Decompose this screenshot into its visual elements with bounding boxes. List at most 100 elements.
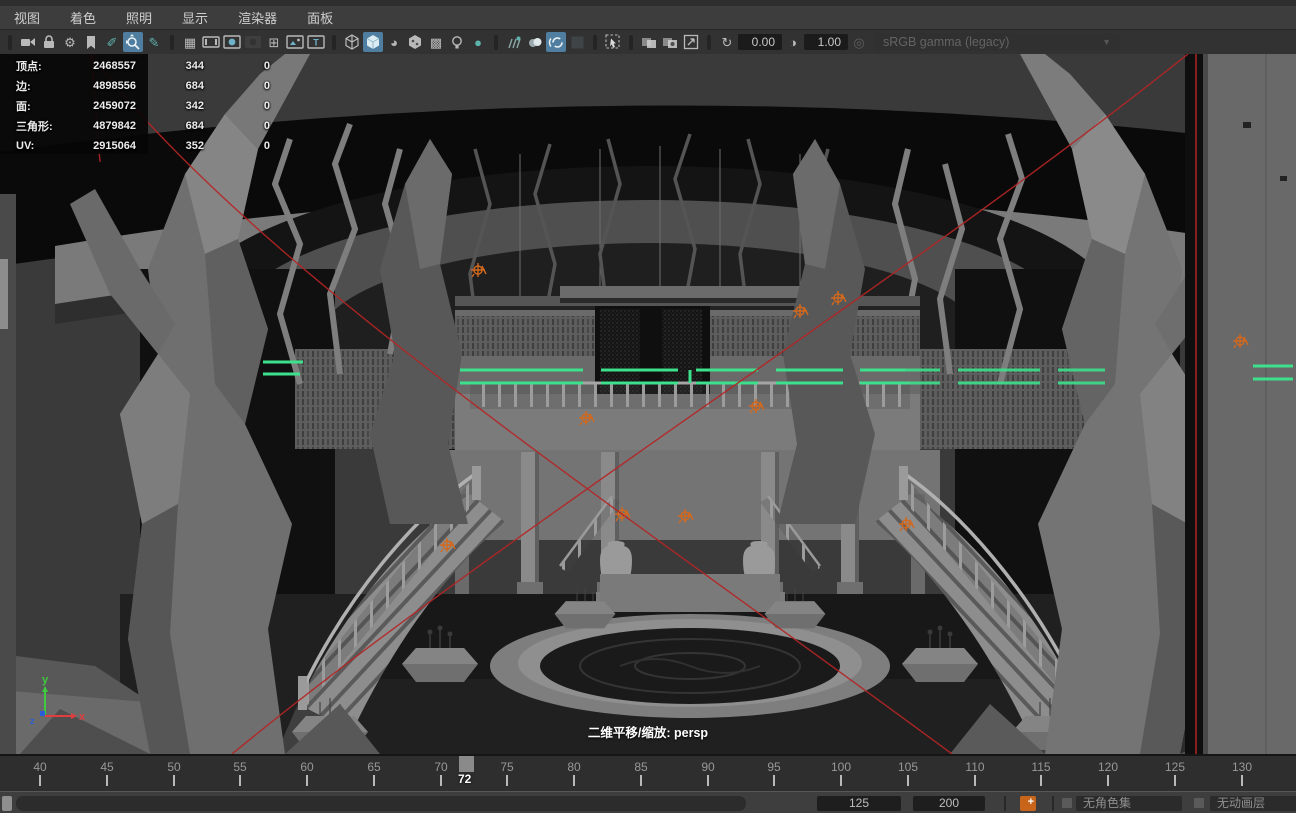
smooth-shade-mode-icon[interactable] bbox=[363, 32, 383, 52]
tick-mark bbox=[707, 775, 709, 786]
menu-shading[interactable]: 着色 bbox=[70, 8, 96, 27]
tick-mark bbox=[440, 775, 442, 786]
gamma-icon: ◎ bbox=[853, 34, 865, 50]
pan-tool-icon[interactable]: ✐ bbox=[102, 32, 122, 52]
resolution-gate-icon[interactable] bbox=[222, 32, 242, 52]
anim-layer-dropdown[interactable]: 无动画层 bbox=[1210, 796, 1296, 811]
time-slider[interactable]: 40 45 50 55 60 65 70 75 80 85 90 95 100 … bbox=[0, 754, 1296, 791]
current-frame-label: 72 bbox=[458, 772, 472, 786]
tick-mark bbox=[640, 775, 642, 786]
lock-camera-button[interactable] bbox=[39, 32, 59, 52]
toolbar-separator bbox=[707, 34, 711, 50]
grid-toggle-icon[interactable]: ▦ bbox=[180, 32, 200, 52]
hud-row-vertices: 顶点: 2468557 344 0 bbox=[16, 60, 270, 73]
hud-row-uvs: UV: 2915064 352 0 bbox=[16, 140, 270, 152]
tick-mark bbox=[974, 775, 976, 786]
default-light-icon[interactable]: ● bbox=[468, 32, 488, 52]
tick-mark bbox=[106, 775, 108, 786]
viewport-menu-bar: 视图 着色 照明 显示 渲染器 面板 bbox=[0, 0, 1296, 30]
pan-zoom-2d-button[interactable] bbox=[123, 32, 143, 52]
toolbar-separator bbox=[593, 34, 597, 50]
textured-mode-icon[interactable] bbox=[405, 32, 425, 52]
poly-count-hud: 顶点: 2468557 344 0 边: 4898556 684 0 面: 2459072 34… bbox=[16, 56, 270, 156]
field-chart-icon[interactable]: ⊞ bbox=[264, 32, 284, 52]
toolbar-separator bbox=[494, 34, 498, 50]
menu-renderer[interactable]: 渲染器 bbox=[238, 8, 277, 27]
anim-layer-icon[interactable] bbox=[1194, 798, 1204, 808]
menu-show[interactable]: 显示 bbox=[182, 8, 208, 27]
range-start-handle[interactable] bbox=[2, 796, 12, 811]
motion-blur-icon[interactable] bbox=[546, 32, 566, 52]
xray-icon[interactable] bbox=[639, 32, 659, 52]
toolbar-separator bbox=[170, 34, 174, 50]
menu-panels[interactable]: 面板 bbox=[307, 8, 333, 27]
near-wall-right bbox=[1185, 54, 1296, 754]
axis-x-label: x bbox=[79, 711, 86, 723]
xray-joints-icon[interactable] bbox=[660, 32, 680, 52]
rangebar-separator bbox=[1004, 796, 1006, 811]
range-slider-bar: 125 200 + 无角色集 无动画层 bbox=[0, 791, 1296, 813]
menu-view[interactable]: 视图 bbox=[14, 8, 40, 27]
toolbar-separator bbox=[629, 34, 633, 50]
fog-toggle-icon[interactable] bbox=[504, 32, 524, 52]
axis-y-label: y bbox=[42, 674, 49, 686]
bookmark-icon[interactable] bbox=[81, 32, 101, 52]
range-slider-track[interactable] bbox=[16, 796, 746, 811]
gate-mask-icon[interactable] bbox=[243, 32, 263, 52]
flat-shade-mode-icon[interactable]: ◕ bbox=[384, 32, 404, 52]
select-camera-button[interactable] bbox=[18, 32, 38, 52]
viewport-toolbar: ⚙ ✐ ✎ ▦ ⊞ T ◕ ▩ ● ↻ 0.00 ◑ 1.00 ◎ sRGB g… bbox=[0, 30, 1296, 54]
toolbar-grip[interactable] bbox=[8, 34, 12, 50]
tick-mark bbox=[173, 775, 175, 786]
multisample-icon[interactable] bbox=[567, 32, 587, 52]
set-key-icon[interactable]: + bbox=[1020, 796, 1036, 811]
scene-canvas[interactable]: y x z bbox=[0, 54, 1296, 754]
camera-attributes-icon[interactable]: ⚙ bbox=[60, 32, 80, 52]
tick-mark bbox=[1241, 775, 1243, 786]
tick-mark bbox=[573, 775, 575, 786]
contrast-toggle-icon[interactable]: ◑ bbox=[783, 32, 803, 52]
contrast-field[interactable]: 1.00 bbox=[804, 34, 848, 50]
playback-end-field[interactable]: 125 bbox=[817, 796, 901, 811]
use-all-lights-icon[interactable]: ▩ bbox=[426, 32, 446, 52]
exposure-toggle-icon[interactable]: ↻ bbox=[717, 32, 737, 52]
tick-mark bbox=[907, 775, 909, 786]
current-frame-marker[interactable] bbox=[459, 756, 474, 772]
character-set-dropdown[interactable]: 无角色集 bbox=[1076, 796, 1182, 811]
xray-active-icon[interactable] bbox=[681, 32, 701, 52]
tick-mark bbox=[773, 775, 775, 786]
perspective-viewport[interactable]: y x z 顶点: 2468557 344 0 边: 4898556 684 0 面: 245… bbox=[0, 54, 1296, 754]
tick-mark bbox=[506, 775, 508, 786]
tick-mark bbox=[306, 775, 308, 786]
hud-row-edges: 边: 4898556 684 0 bbox=[16, 80, 270, 93]
wireframe-mode-icon[interactable] bbox=[342, 32, 362, 52]
animation-end-field[interactable]: 200 bbox=[913, 796, 985, 811]
tick-mark bbox=[840, 775, 842, 786]
rangebar-separator bbox=[1052, 796, 1054, 811]
hud-row-faces: 面: 2459072 342 0 bbox=[16, 100, 270, 113]
colorspace-dropdown[interactable]: sRGB gamma (legacy) ▼ bbox=[874, 33, 1120, 51]
safe-title-icon[interactable]: T bbox=[306, 32, 326, 52]
film-gate-icon[interactable] bbox=[201, 32, 221, 52]
isolate-select-icon[interactable] bbox=[603, 32, 623, 52]
maya-window: 视图 着色 照明 显示 渲染器 面板 ⚙ ✐ ✎ ▦ ⊞ T ◕ ▩ ● ↻ 0… bbox=[0, 0, 1296, 813]
hud-row-triangles: 三角形: 4879842 684 0 bbox=[16, 120, 270, 133]
exposure-field[interactable]: 0.00 bbox=[738, 34, 782, 50]
svg-text:T: T bbox=[313, 38, 319, 48]
near-wall-left bbox=[0, 194, 16, 754]
depth-of-field-icon[interactable] bbox=[525, 32, 545, 52]
chevron-down-icon: ▼ bbox=[1102, 37, 1111, 47]
colorspace-value: sRGB gamma (legacy) bbox=[883, 35, 1010, 49]
light-bulb-icon[interactable] bbox=[447, 32, 467, 52]
tick-mark bbox=[39, 775, 41, 786]
tick-mark bbox=[239, 775, 241, 786]
toolbar-separator bbox=[332, 34, 336, 50]
menu-lighting[interactable]: 照明 bbox=[126, 8, 152, 27]
axis-z-label: z bbox=[30, 716, 35, 726]
safe-action-icon[interactable] bbox=[285, 32, 305, 52]
grease-pencil-icon[interactable]: ✎ bbox=[144, 32, 164, 52]
tick-mark bbox=[1107, 775, 1109, 786]
tick-mark bbox=[1040, 775, 1042, 786]
character-set-icon[interactable] bbox=[1062, 798, 1072, 808]
tick-mark bbox=[373, 775, 375, 786]
